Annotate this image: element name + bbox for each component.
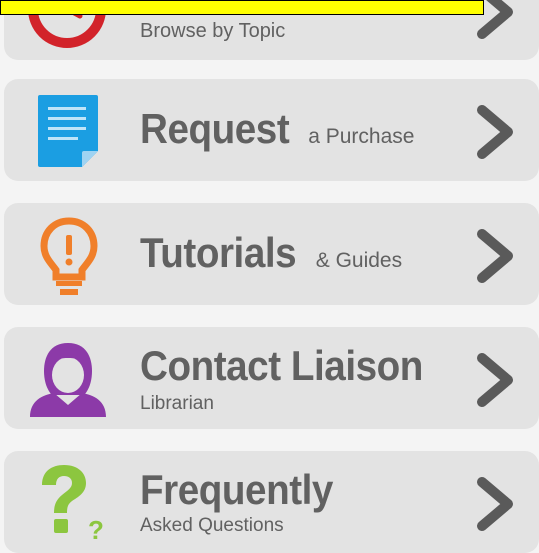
chevron-right-icon xyxy=(473,352,517,408)
menu-item-request[interactable]: Request a Purchase xyxy=(4,79,539,181)
person-icon xyxy=(26,339,110,417)
lightbulb-icon xyxy=(40,217,98,299)
highlight-box xyxy=(0,0,484,15)
svg-text:?: ? xyxy=(88,515,104,545)
chevron-right-icon xyxy=(473,104,517,160)
menu-item-contact[interactable]: Contact Liaison Librarian xyxy=(4,327,539,429)
menu-item-subtitle: a Purchase xyxy=(308,125,415,148)
menu-item-faq[interactable]: ? Frequently Asked Questions xyxy=(4,451,539,553)
menu-item-subtitle: & Guides xyxy=(315,249,403,272)
menu-item-title: Contact Liaison xyxy=(140,342,423,389)
menu-item-subtitle: Browse by Topic xyxy=(140,20,286,42)
question-icon: ? xyxy=(32,461,112,545)
menu-item-title: Tutorials xyxy=(140,229,297,276)
menu-item-subtitle: Asked Questions xyxy=(140,515,284,536)
document-icon xyxy=(36,93,100,169)
menu-item-subtitle: Librarian xyxy=(140,393,214,414)
menu-item-title: Frequently xyxy=(140,466,333,513)
menu-item-title: Request xyxy=(140,105,290,152)
chevron-right-icon xyxy=(473,476,517,532)
menu-item-tutorials[interactable]: Tutorials & Guides xyxy=(4,203,539,305)
chevron-right-icon xyxy=(473,228,517,284)
